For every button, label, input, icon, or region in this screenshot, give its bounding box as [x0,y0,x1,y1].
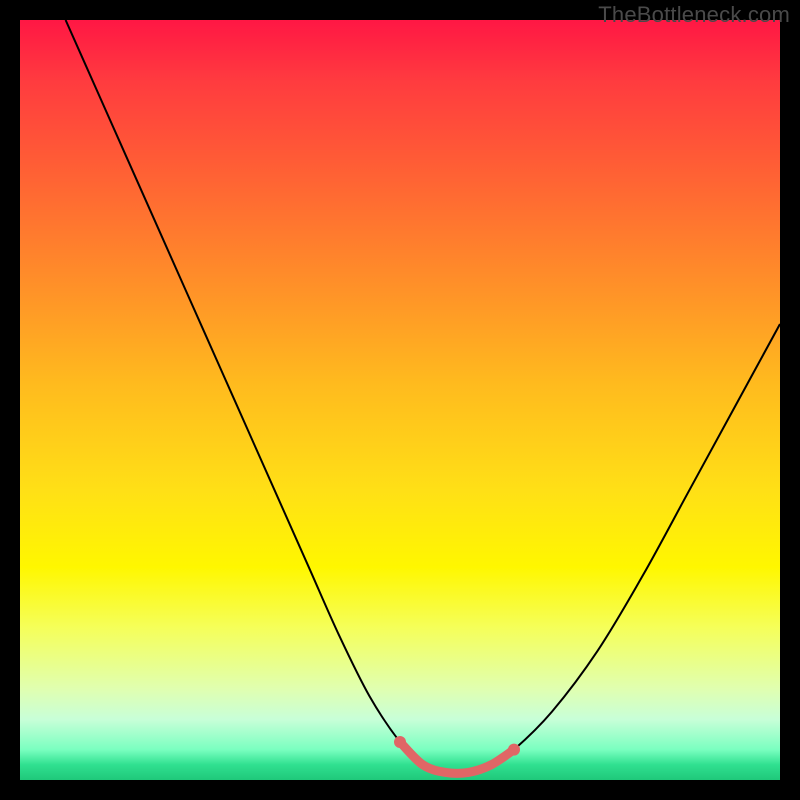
chart-frame: TheBottleneck.com [0,0,800,800]
bottleneck-highlight [400,742,514,773]
bottleneck-curve [66,20,780,773]
highlight-endpoint [508,744,520,756]
chart-svg [20,20,780,780]
watermark-text: TheBottleneck.com [598,2,790,28]
highlight-endpoint [394,736,406,748]
